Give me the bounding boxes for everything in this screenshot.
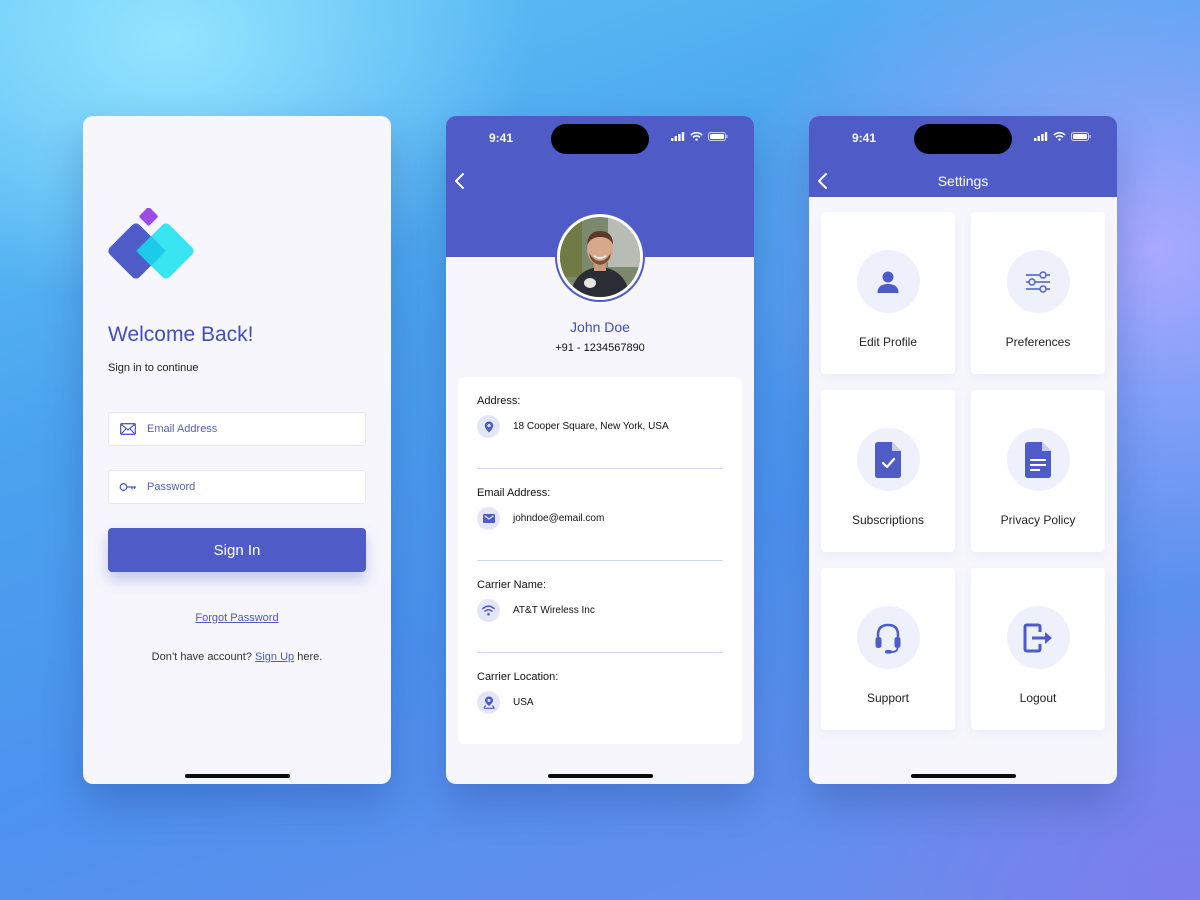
settings-screen: 9:41 Settings Edit Profile Preferences S… [809, 116, 1117, 784]
user-icon [877, 271, 899, 293]
status-bar: 9:41 [809, 116, 1117, 160]
status-time: 9:41 [489, 131, 514, 145]
tile-logout[interactable]: Logout [971, 568, 1105, 730]
info-value: johndoe@email.com [513, 513, 605, 524]
signin-subtitle: Sign in to continue [108, 362, 199, 374]
info-value: USA [513, 697, 534, 708]
document-check-icon [875, 441, 901, 478]
info-label: Email Address: [477, 487, 551, 499]
info-label: Address: [477, 395, 521, 407]
headset-icon [875, 623, 901, 654]
email-input[interactable] [147, 423, 347, 435]
profile-name: John Doe [570, 319, 630, 335]
profile-screen: 9:41 John Doe +91 - 1234567890 Address: … [446, 116, 754, 784]
info-label: Carrier Name: [477, 579, 547, 591]
app-logo [108, 208, 194, 279]
tile-label: Logout [1019, 691, 1057, 705]
tile-preferences[interactable]: Preferences [971, 212, 1105, 374]
profile-info-card: Address: 18 Cooper Square, New York, USA… [458, 377, 742, 744]
battery-icon [708, 132, 728, 141]
profile-phone: +91 - 1234567890 [555, 342, 645, 354]
password-input[interactable] [147, 481, 347, 493]
document-icon [1025, 441, 1051, 478]
tile-label: Preferences [1005, 335, 1071, 349]
envelope-icon [109, 423, 147, 435]
tile-label: Edit Profile [858, 335, 918, 349]
home-indicator [548, 774, 653, 778]
info-value: AT&T Wireless Inc [513, 605, 595, 616]
wifi-icon [477, 599, 500, 622]
signup-prefix: Don’t have account? [151, 651, 256, 663]
login-screen: Welcome Back! Sign in to continue Sign I… [83, 116, 391, 784]
dynamic-island [914, 124, 1012, 154]
sign-in-button[interactable]: Sign In [108, 528, 366, 572]
profile-avatar[interactable] [555, 212, 645, 302]
settings-grid: Edit Profile Preferences Subscriptions P… [821, 212, 1105, 730]
password-field[interactable] [108, 470, 366, 504]
info-item-address: Address: 18 Cooper Square, New York, USA [477, 377, 723, 469]
status-time: 9:41 [852, 131, 877, 145]
forgot-password-link[interactable]: Forgot Password [195, 612, 278, 624]
battery-icon [1071, 132, 1091, 141]
sign-up-link[interactable]: Sign Up [255, 651, 294, 663]
location-pin-icon [477, 415, 500, 438]
dynamic-island [551, 124, 649, 154]
home-indicator [911, 774, 1016, 778]
tile-subscriptions[interactable]: Subscriptions [821, 390, 955, 552]
signup-suffix: here. [294, 651, 323, 663]
signup-prompt: Don’t have account? Sign Up here. [83, 651, 391, 663]
info-item-email: Email Address: johndoe@email.com [477, 469, 723, 561]
map-marker-icon [477, 691, 500, 714]
tile-label: Privacy Policy [1000, 513, 1076, 527]
settings-title: Settings [937, 173, 989, 189]
home-indicator [185, 774, 290, 778]
info-value: 18 Cooper Square, New York, USA [513, 421, 669, 432]
logout-icon [1023, 623, 1052, 652]
sliders-icon [1026, 270, 1050, 293]
forgot-password-row: Forgot Password [83, 612, 391, 624]
signal-icon [1034, 132, 1048, 141]
tile-support[interactable]: Support [821, 568, 955, 730]
mail-icon [477, 507, 500, 530]
status-bar: 9:41 [446, 116, 754, 160]
wifi-status-icon [1053, 132, 1066, 141]
email-field[interactable] [108, 412, 366, 446]
signal-icon [671, 132, 685, 141]
info-item-carrier-location: Carrier Location: USA [477, 653, 723, 745]
info-label: Carrier Location: [477, 671, 559, 683]
key-icon [109, 482, 147, 492]
tile-privacy-policy[interactable]: Privacy Policy [971, 390, 1105, 552]
info-item-carrier-name: Carrier Name: AT&T Wireless Inc [477, 561, 723, 653]
welcome-heading: Welcome Back! [108, 323, 254, 346]
tile-edit-profile[interactable]: Edit Profile [821, 212, 955, 374]
avatar-photo [560, 217, 640, 297]
back-chevron-icon[interactable] [452, 171, 468, 191]
tile-label: Support [866, 691, 910, 705]
wifi-status-icon [690, 132, 703, 141]
tile-label: Subscriptions [851, 513, 925, 527]
